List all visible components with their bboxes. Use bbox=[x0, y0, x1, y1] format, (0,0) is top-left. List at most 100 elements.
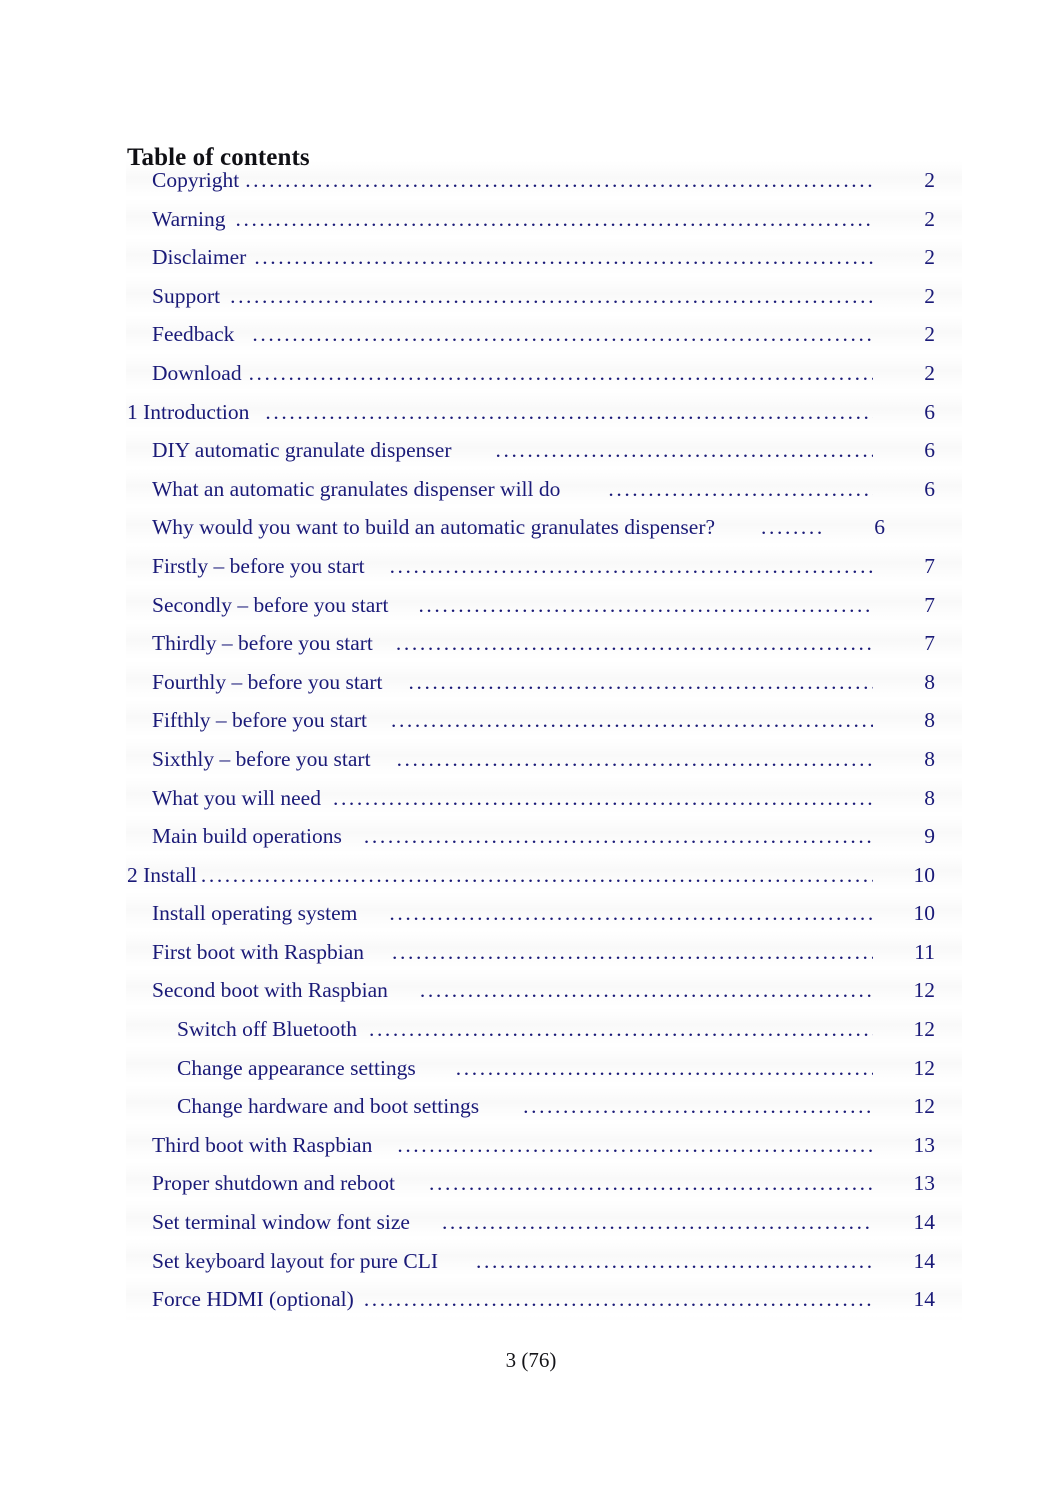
toc-entry[interactable]: Copyright 2 bbox=[0, 168, 1062, 207]
toc-entry-page-number: 8 bbox=[924, 708, 935, 733]
toc-dot-leader bbox=[496, 440, 874, 462]
toc-dot-leader bbox=[254, 247, 873, 269]
toc-entry[interactable]: Fourthly – before you start 8 bbox=[0, 670, 1062, 709]
toc-entry-page-number: 12 bbox=[913, 1017, 936, 1042]
toc-dot-leader bbox=[369, 1019, 873, 1041]
toc-entry[interactable]: Second boot with Raspbian 12 bbox=[0, 978, 1062, 1017]
toc-entry[interactable]: Warning 2 bbox=[0, 207, 1062, 246]
toc-dot-leader bbox=[230, 286, 873, 308]
toc-entry[interactable]: 1 Introduction 6 bbox=[0, 400, 1062, 439]
toc-entry[interactable]: Third boot with Raspbian 13 bbox=[0, 1133, 1062, 1172]
toc-dot-leader bbox=[265, 402, 873, 424]
toc-entry[interactable]: Main build operations 9 bbox=[0, 824, 1062, 863]
toc-entry-page-number: 8 bbox=[924, 746, 935, 771]
toc-entry[interactable]: Change appearance settings 12 bbox=[0, 1056, 1062, 1095]
toc-dot-leader bbox=[429, 1173, 873, 1195]
toc-entry[interactable]: Secondly – before you start 7 bbox=[0, 593, 1062, 632]
toc-entry-label: Feedback bbox=[152, 322, 235, 347]
toc-entry-label: Set terminal window font size bbox=[152, 1210, 410, 1235]
toc-entry-label: Main build operations bbox=[152, 824, 342, 849]
toc-entry-page-number: 8 bbox=[924, 785, 935, 810]
toc-entry-page-number: 12 bbox=[913, 978, 936, 1003]
page-footer: 3 (76) bbox=[505, 1348, 557, 1372]
toc-entry-label: First boot with Raspbian bbox=[152, 939, 365, 964]
toc-dot-leader bbox=[245, 170, 873, 192]
toc-dot-leader bbox=[420, 980, 873, 1002]
toc-entry[interactable]: Fifthly – before you start 8 bbox=[0, 708, 1062, 747]
toc-dot-leader bbox=[389, 903, 873, 925]
toc-entry-label: Why would you want to build an automatic… bbox=[152, 515, 716, 540]
toc-dot-leader bbox=[397, 1135, 873, 1157]
toc-entry-page-number: 7 bbox=[924, 553, 935, 578]
toc-dot-leader bbox=[201, 865, 873, 887]
toc-entry-label: What an automatic granulates dispenser w… bbox=[152, 476, 561, 501]
toc-entry-label: Set keyboard layout for pure CLI bbox=[152, 1248, 438, 1273]
toc-entry-page-number: 2 bbox=[924, 168, 935, 192]
toc-entry[interactable]: Thirdly – before you start 7 bbox=[0, 631, 1062, 670]
toc-entry-label: Secondly – before you start bbox=[152, 592, 389, 617]
toc-entry-page-number: 9 bbox=[924, 824, 935, 849]
toc-entry[interactable]: Switch off Bluetooth 12 bbox=[0, 1017, 1062, 1056]
toc-entry-label: Install operating system bbox=[152, 901, 358, 926]
toc-entry-page-number: 2 bbox=[924, 283, 935, 308]
toc-entry-label: Sixthly – before you start bbox=[152, 746, 371, 771]
toc-entry-label: Copyright bbox=[152, 168, 240, 192]
toc-entry[interactable]: Disclaimer 2 bbox=[0, 245, 1062, 284]
toc-entry-page-number: 10 bbox=[913, 901, 936, 926]
toc-dot-leader bbox=[523, 1096, 873, 1118]
toc-dot-leader bbox=[397, 749, 873, 771]
toc-dot-leader bbox=[391, 710, 873, 732]
toc-entry-label: Fifthly – before you start bbox=[152, 708, 367, 733]
toc-entry-label: 2 Install bbox=[127, 862, 197, 887]
toc-entry-page-number: 13 bbox=[913, 1132, 936, 1157]
toc-entry[interactable]: First boot with Raspbian 11 bbox=[0, 940, 1062, 979]
toc-dot-leader bbox=[442, 1212, 873, 1234]
toc-entry-page-number: 6 bbox=[924, 476, 935, 501]
toc-entry-label: Download bbox=[152, 360, 242, 385]
toc-entry[interactable]: DIY automatic granulate dispenser 6 bbox=[0, 438, 1062, 477]
toc-dot-leader bbox=[761, 517, 823, 539]
toc-dot-leader bbox=[418, 595, 873, 617]
toc-entry[interactable]: Firstly – before you start 7 bbox=[0, 554, 1062, 593]
toc-entry-label: Support bbox=[152, 283, 221, 308]
toc-dot-leader bbox=[249, 363, 873, 385]
toc-entry[interactable]: Why would you want to build an automatic… bbox=[0, 515, 1062, 554]
toc-dot-leader bbox=[236, 209, 874, 231]
toc-entry-page-number: 2 bbox=[924, 322, 935, 347]
toc-dot-leader bbox=[476, 1251, 873, 1273]
toc-entry-label: Disclaimer bbox=[152, 245, 247, 270]
toc-dot-leader bbox=[252, 324, 873, 346]
toc-dot-leader bbox=[392, 942, 873, 964]
toc-entry[interactable]: Install operating system 10 bbox=[0, 901, 1062, 940]
toc-entry[interactable]: What you will need 8 bbox=[0, 786, 1062, 825]
toc-entry-page-number: 7 bbox=[924, 631, 935, 656]
toc-dot-leader bbox=[364, 826, 873, 848]
toc-entry-page-number: 14 bbox=[913, 1287, 936, 1312]
toc-entry-page-number: 10 bbox=[913, 862, 936, 887]
toc-entry[interactable]: Set keyboard layout for pure CLI 14 bbox=[0, 1249, 1062, 1288]
toc-entry[interactable]: Support 2 bbox=[0, 284, 1062, 323]
toc-dot-leader bbox=[456, 1058, 873, 1080]
toc-entry[interactable]: 2 Install 10 bbox=[0, 863, 1062, 902]
toc-entry[interactable]: Proper shutdown and reboot 13 bbox=[0, 1171, 1062, 1210]
toc-dot-leader bbox=[390, 556, 873, 578]
toc-entry-page-number: 14 bbox=[913, 1210, 936, 1235]
toc-entry[interactable]: Force HDMI (optional) 14 bbox=[0, 1287, 1062, 1326]
toc-entry[interactable]: Sixthly – before you start 8 bbox=[0, 747, 1062, 786]
table-of-contents: Copyright2Warning2Disclaimer2Support2Fee… bbox=[0, 168, 1062, 1326]
toc-entry[interactable]: Set terminal window font size 14 bbox=[0, 1210, 1062, 1249]
toc-entry-page-number: 6 bbox=[874, 515, 886, 540]
toc-entry[interactable]: What an automatic granulates dispenser w… bbox=[0, 477, 1062, 516]
toc-entry[interactable]: Feedback 2 bbox=[0, 322, 1062, 361]
toc-dot-leader bbox=[608, 479, 873, 501]
toc-entry[interactable]: Download 2 bbox=[0, 361, 1062, 400]
toc-entry-label: Force HDMI (optional) bbox=[152, 1287, 354, 1312]
toc-entry-label: 1 Introduction bbox=[127, 399, 250, 424]
toc-entry-label: Change appearance settings bbox=[177, 1055, 416, 1080]
toc-entry-label: Third boot with Raspbian bbox=[152, 1132, 373, 1157]
toc-entry-page-number: 13 bbox=[913, 1171, 936, 1196]
toc-entry-label: Thirdly – before you start bbox=[152, 631, 373, 656]
toc-entry-page-number: 6 bbox=[924, 438, 935, 463]
toc-dot-leader bbox=[333, 788, 873, 810]
toc-entry[interactable]: Change hardware and boot settings 12 bbox=[0, 1094, 1062, 1133]
